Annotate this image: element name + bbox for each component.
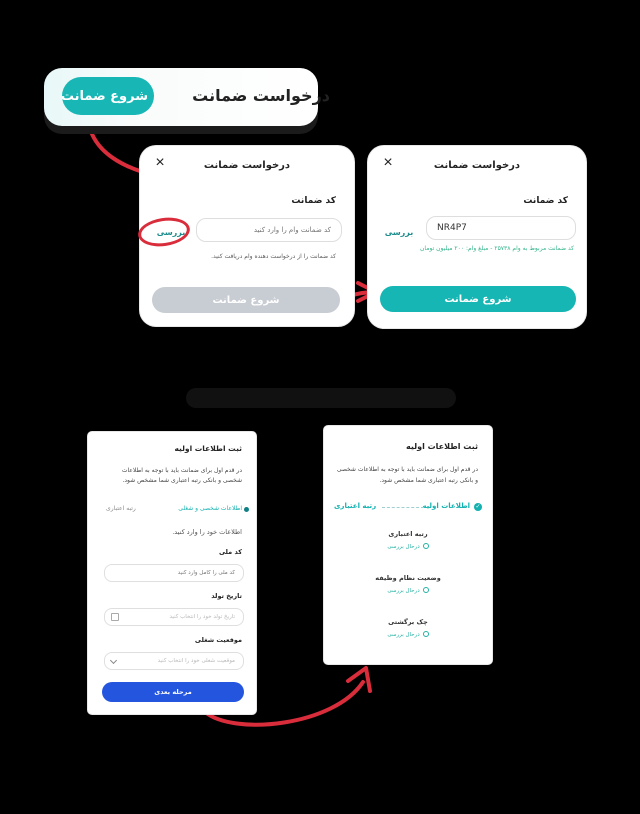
form-title: ثبت اطلاعات اولیه	[174, 444, 242, 453]
start-guarantee-button[interactable]: شروع ضمانت	[380, 286, 576, 312]
initial-info-status-card: ثبت اطلاعات اولیه در قدم اول برای ضمانت …	[324, 426, 492, 664]
guarantee-code-label: کد ضمانت	[523, 196, 568, 206]
status-item-name: رتبه اعتباری	[388, 530, 428, 538]
status-item-value: درحال بررسی	[324, 543, 492, 550]
guarantee-request-modal-filled: درخواست ضمانت × کد ضمانت بررسی کد ضمانت …	[368, 146, 586, 328]
chevron-down-icon	[109, 656, 118, 665]
close-icon[interactable]: ×	[380, 155, 396, 171]
birth-date-placeholder: تاریخ تولد خود را انتخاب کنید	[169, 614, 235, 620]
status-description: در قدم اول برای ضمانت باید با توجه به اط…	[336, 466, 478, 484]
help-text: کد ضمانت را از درخواست دهنده وام دریافت …	[211, 253, 336, 260]
step-initial-info: اطلاعات اولیه	[422, 502, 470, 510]
national-id-label: کد ملی	[218, 548, 242, 556]
modal-title: درخواست ضمانت	[433, 160, 521, 171]
start-guarantee-card: درخواست ضمانت شروع ضمانت	[44, 68, 330, 126]
screenshot-collage: درخواست ضمانت شروع ضمانت درخواست ضمانت ×…	[0, 0, 640, 814]
status-item-credit-rank: رتبه اعتباری درحال بررسی	[324, 530, 492, 550]
status-item-returned-check: چک برگشتی درحال بررسی	[324, 618, 492, 638]
job-position-label: موقعیت شغلی	[194, 636, 242, 644]
guarantee-code-label: کد ضمانت	[291, 196, 336, 206]
check-button[interactable]: بررسی	[378, 224, 420, 240]
guarantee-code-validation-text: کد ضمانت مربوط به وام ۲۵۷۳۸ - مبلغ وام: …	[420, 245, 574, 252]
active-step-dot	[244, 507, 249, 512]
status-item-name: چک برگشتی	[388, 618, 428, 626]
guarantee-code-input[interactable]	[426, 216, 576, 240]
step-credit-rank: رتبه اعتباری	[334, 502, 377, 510]
section-divider	[186, 388, 456, 408]
calendar-icon	[111, 613, 119, 621]
job-position-placeholder: موقعیت شغلی خود را انتخاب کنید	[157, 658, 235, 664]
status-item-value: درحال بررسی	[324, 631, 492, 638]
status-item-status: درحال بررسی	[387, 588, 420, 594]
gear-icon	[422, 587, 429, 593]
status-item-name: وضعیت نظام وظیفه	[375, 574, 441, 582]
guarantee-code-input[interactable]	[196, 218, 342, 242]
check-icon: ✓	[474, 503, 482, 511]
card-title: درخواست ضمانت	[192, 86, 330, 105]
close-icon[interactable]: ×	[152, 155, 168, 171]
form-prompt: اطلاعات خود را وارد کنید.	[172, 528, 242, 536]
step-progress: اطلاعات شخصی و شغلی رتبه اعتباری	[100, 505, 249, 521]
gear-icon	[422, 543, 429, 549]
next-step-button[interactable]: مرحله بعدی	[102, 682, 244, 702]
birth-date-field[interactable]: تاریخ تولد خود را انتخاب کنید	[104, 608, 244, 626]
step-personal-job: اطلاعات شخصی و شغلی	[178, 505, 242, 512]
job-position-select[interactable]: موقعیت شغلی خود را انتخاب کنید	[104, 652, 244, 670]
status-item-military-service: وضعیت نظام وظیفه درحال بررسی	[324, 574, 492, 594]
start-guarantee-button-disabled[interactable]: شروع ضمانت	[152, 287, 340, 313]
arrow-icon	[346, 666, 372, 693]
status-title: ثبت اطلاعات اولیه	[405, 442, 478, 451]
form-description: در قدم اول برای ضمانت باید با توجه به اط…	[121, 467, 242, 484]
national-id-input[interactable]	[104, 564, 244, 582]
step-connector	[382, 507, 424, 508]
gear-icon	[422, 631, 429, 637]
status-item-status: درحال بررسی	[387, 632, 420, 638]
status-item-status: درحال بررسی	[387, 544, 420, 550]
step-credit-rank: رتبه اعتباری	[106, 505, 136, 512]
status-item-value: درحال بررسی	[324, 587, 492, 594]
status-step-progress: ✓ اطلاعات اولیه رتبه اعتباری	[334, 502, 482, 518]
modal-title: درخواست ضمانت	[203, 160, 291, 171]
birth-date-label: تاریخ تولد	[211, 592, 242, 600]
initial-info-form-card: ثبت اطلاعات اولیه در قدم اول برای ضمانت …	[88, 432, 256, 714]
start-guarantee-button[interactable]: شروع ضمانت	[61, 77, 154, 115]
